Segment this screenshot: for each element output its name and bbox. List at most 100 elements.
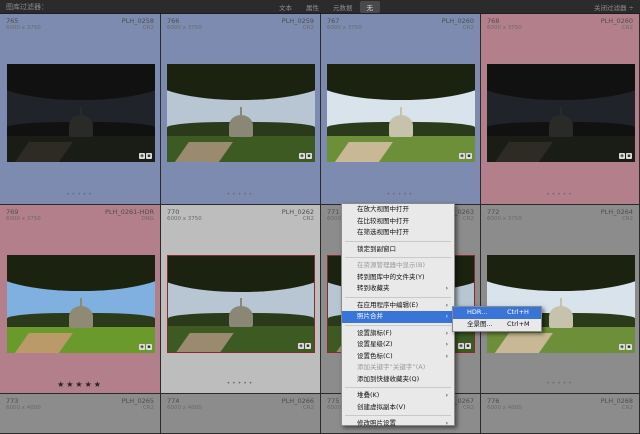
cell-filename: PLH_0262 xyxy=(281,208,314,216)
metadata-badge-icon: ◈ xyxy=(619,153,625,159)
photo-thumbnail[interactable]: ◈ ▪ xyxy=(7,64,155,162)
cell-extension: CR2 xyxy=(302,216,314,222)
photo-thumbnail[interactable]: ◈ ▪ xyxy=(487,64,635,162)
thumb-canopy xyxy=(7,255,155,292)
metadata-badge-icon: ◈ xyxy=(619,344,625,350)
cell-extension: CR2 xyxy=(462,405,474,411)
photo-thumbnail[interactable]: ◈ ▪ xyxy=(167,64,315,162)
cell-dimensions: 6000 x 3750 xyxy=(487,25,522,31)
rating-dots[interactable]: ••••• xyxy=(481,380,639,387)
menu-item-label: 锁定到副窗口 xyxy=(357,244,396,253)
photo-cell[interactable]: 776 6000 x 4000 PLH_0268 CR2 xyxy=(481,394,640,434)
context-menu-item[interactable]: 堆叠(K) › xyxy=(342,390,454,402)
submenu-item[interactable]: HDR... Ctrl+H xyxy=(453,307,541,319)
tab-none[interactable]: 无 xyxy=(359,1,380,13)
menu-item-label: 在资源管理器中显示(B) xyxy=(357,261,426,269)
shortcut-label: Ctrl+M xyxy=(507,319,530,328)
filters-off-dropdown[interactable]: 关闭过滤器 ÷ xyxy=(594,2,634,12)
rating-dots[interactable]: ••••• xyxy=(0,191,160,198)
library-filter-bar: 图库过滤器： 文本 属性 元数据 无 关闭过滤器 ÷ xyxy=(0,0,640,14)
menu-item-label: 设置旗标(F) xyxy=(357,328,392,337)
photo-thumbnail[interactable]: ◈ ▪ xyxy=(7,255,155,353)
menu-item-label: 照片合并 xyxy=(357,312,383,320)
rating-dots[interactable]: ••••• xyxy=(481,191,639,198)
menu-item-label: 转到收藏夹 xyxy=(357,284,390,292)
photo-cell[interactable]: 766 6000 x 3750 PLH_0259 CR2 ◈ ▪ ••••• xyxy=(161,14,321,205)
photo-cell[interactable]: 772 6000 x 3750 PLH_0264 CR2 ◈ ▪ ••••• xyxy=(481,205,640,394)
cell-extension: CR2 xyxy=(142,25,154,31)
cell-dimensions: 6000 x 4000 xyxy=(6,405,41,411)
star-rating[interactable]: ★★★★★ xyxy=(0,380,160,389)
tab-metadata[interactable]: 元数据 xyxy=(326,1,360,13)
photo-thumbnail[interactable]: ◈ ▪ xyxy=(487,255,635,353)
photo-thumbnail[interactable]: ◈ ▪ xyxy=(327,64,475,162)
cell-filename: PLH_0259 xyxy=(281,17,314,25)
thumb-spire xyxy=(399,107,403,119)
photo-merge-submenu: HDR... Ctrl+H 全景图... Ctrl+M xyxy=(452,306,542,332)
context-menu-item[interactable]: 设置星级(Z) › xyxy=(342,339,454,351)
photo-cell[interactable]: 765 6000 x 3750 PLH_0258 CR2 ◈ ▪ ••••• xyxy=(0,14,161,205)
submenu-item-label: HDR... xyxy=(467,308,488,316)
thumb-badges: ◈ ▪ xyxy=(299,153,312,159)
context-menu-item: 添加关键字“关键字”(A) xyxy=(342,362,454,374)
rating-dots[interactable]: ••••• xyxy=(161,380,320,387)
cell-index: 767 xyxy=(327,17,340,25)
filter-tabs: 文本 属性 元数据 无 xyxy=(272,1,380,13)
context-menu-item[interactable]: 在应用程序中编辑(E) › xyxy=(342,300,454,312)
context-menu-item[interactable]: 锁定到副窗口 xyxy=(342,244,454,256)
menu-item-label: 创建虚拟副本(V) xyxy=(357,402,406,411)
thumb-spire xyxy=(79,107,83,119)
cell-index: 772 xyxy=(487,208,500,216)
photo-thumbnail[interactable]: ◈ ▪ xyxy=(167,255,315,353)
context-menu-item[interactable]: 照片合并 › xyxy=(342,311,454,323)
context-menu-item[interactable]: 在筛选视图中打开 xyxy=(342,227,454,239)
menu-separator xyxy=(345,324,451,326)
context-menu-item[interactable]: 转到图库中的文件夹(Y) xyxy=(342,272,454,284)
cell-index: 770 xyxy=(167,208,180,216)
cell-filename: PLH_0264 xyxy=(600,208,633,216)
metadata-badge-icon: ▪ xyxy=(146,153,152,159)
menu-item-label: 在应用程序中编辑(E) xyxy=(357,300,419,309)
cell-filename: PLH_0268 xyxy=(600,397,633,405)
photo-cell[interactable]: 774 6000 x 4000 PLH_0266 CR2 xyxy=(161,394,321,434)
cell-index: 776 xyxy=(487,397,500,405)
metadata-badge-icon: ▪ xyxy=(305,343,311,349)
thumb-spire xyxy=(239,107,243,119)
metadata-badge-icon: ◈ xyxy=(139,153,145,159)
tab-text[interactable]: 文本 xyxy=(272,1,299,13)
context-menu-item[interactable]: 在比较视图中打开 xyxy=(342,216,454,228)
metadata-badge-icon: ◈ xyxy=(299,153,305,159)
cell-index: 773 xyxy=(6,397,19,405)
metadata-badge-icon: ▪ xyxy=(626,153,632,159)
thumb-canopy xyxy=(327,64,475,101)
menu-item-label: 堆叠(K) xyxy=(357,391,380,399)
cell-extension: CR2 xyxy=(302,405,314,411)
menu-separator xyxy=(345,387,451,388)
cell-filename: PLH_0265 xyxy=(121,397,154,405)
thumb-spire xyxy=(239,298,243,310)
context-menu-item[interactable]: 创建虚拟副本(V) xyxy=(342,402,454,414)
cell-index: 765 xyxy=(6,17,19,25)
cell-dimensions: 6000 x 4000 xyxy=(487,405,522,411)
photo-cell[interactable]: 767 6000 x 3750 PLH_0260 CR2 ◈ ▪ ••••• xyxy=(321,14,481,205)
context-menu-item[interactable]: 在放大视图中打开 xyxy=(342,204,454,216)
photo-cell[interactable]: 769 6000 x 3750 PLH_0261-HDR DNG ◈ ▪ ★★★★★ xyxy=(0,205,161,394)
context-menu-item[interactable]: 设置色标(C) › xyxy=(342,351,454,363)
submenu-arrow-icon: › xyxy=(445,352,448,360)
metadata-badge-icon: ▪ xyxy=(626,344,632,350)
rating-dots[interactable]: ••••• xyxy=(321,191,480,198)
context-menu-item[interactable]: 设置旗标(F) › xyxy=(342,328,454,340)
submenu-arrow-icon: › xyxy=(445,329,448,337)
cell-extension: CR2 xyxy=(621,216,633,222)
context-menu-item[interactable]: 添加到快捷收藏夹(Q) xyxy=(342,374,454,386)
thumb-canopy xyxy=(487,64,635,101)
tab-attribute[interactable]: 属性 xyxy=(299,1,326,13)
submenu-item[interactable]: 全景图... Ctrl+M xyxy=(453,319,541,331)
rating-dots[interactable]: ••••• xyxy=(161,191,320,198)
photo-cell[interactable]: 773 6000 x 4000 PLH_0265 CR2 xyxy=(0,394,161,434)
photo-cell[interactable]: 768 6000 x 3750 PLH_0260 CR2 ◈ ▪ ••••• xyxy=(481,14,640,205)
photo-cell[interactable]: 770 6000 x 3750 PLH_0262 CR2 ◈ ▪ ••••• xyxy=(161,205,321,394)
menu-item-label: 在放大视图中打开 xyxy=(357,205,409,213)
cell-dimensions: 6000 x 3750 xyxy=(327,25,362,31)
context-menu-item[interactable]: 转到收藏夹 › xyxy=(342,283,454,295)
